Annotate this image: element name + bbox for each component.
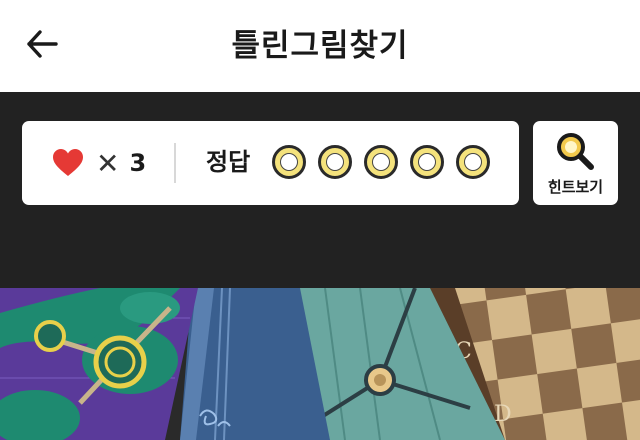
status-card: ✕ 3 정답 xyxy=(22,121,519,205)
answer-slot xyxy=(456,145,490,179)
answer-slot xyxy=(272,145,306,179)
lives-count: 3 xyxy=(129,149,147,177)
answer-slots xyxy=(272,145,490,179)
answer-label: 정답 xyxy=(206,148,251,176)
answer-slot xyxy=(410,145,444,179)
magnifier-icon xyxy=(557,133,594,170)
divider xyxy=(174,143,176,183)
heart-icon xyxy=(53,149,83,176)
hint-button[interactable]: 힌트보기 xyxy=(533,121,618,205)
puzzle-image[interactable]: C D xyxy=(0,288,640,440)
answer-slot xyxy=(364,145,398,179)
lives-indicator: ✕ 3 xyxy=(52,143,146,183)
board-illustration: C D xyxy=(0,288,640,440)
answer-slot xyxy=(318,145,352,179)
app-header: 틀린그림찾기 xyxy=(0,0,640,92)
hint-label: 힌트보기 xyxy=(547,178,604,196)
times-symbol: ✕ xyxy=(96,146,120,180)
page-title: 틀린그림찾기 xyxy=(231,28,409,64)
